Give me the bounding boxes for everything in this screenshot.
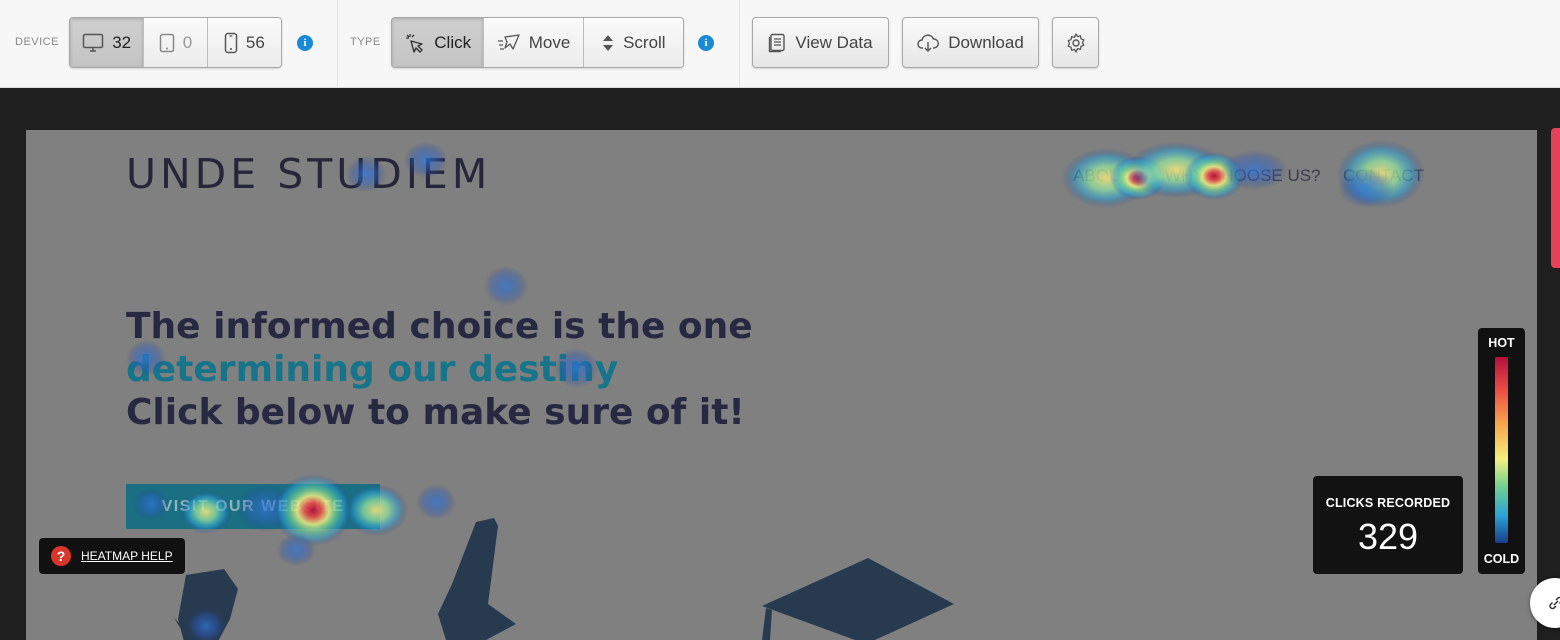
type-selector: Click Move Scroll <box>391 17 684 68</box>
move-icon <box>497 33 520 50</box>
tablet-icon <box>159 33 175 52</box>
toolbar-divider <box>739 0 740 88</box>
settings-button[interactable] <box>1052 17 1099 68</box>
clicks-recorded-panel: CLICKS RECORDED 329 <box>1313 476 1463 574</box>
device-mobile-button[interactable]: 56 <box>207 18 281 67</box>
graduation-illustration <box>174 518 954 640</box>
device-group-label: DEVICE <box>15 36 59 48</box>
type-click-label: Click <box>434 32 472 52</box>
click-icon <box>406 33 423 53</box>
device-tablet-button[interactable]: 0 <box>144 18 208 67</box>
toolbar-divider <box>337 0 338 88</box>
scroll-icon <box>603 34 614 51</box>
type-move-button[interactable]: Move <box>484 18 584 67</box>
type-move-label: Move <box>528 32 571 52</box>
type-click-button[interactable]: Click <box>392 18 485 67</box>
type-scroll-button[interactable]: Scroll <box>583 18 683 67</box>
device-desktop-button[interactable]: 32 <box>70 18 145 67</box>
gear-icon <box>1067 32 1084 53</box>
type-info-icon[interactable]: i <box>698 35 714 51</box>
help-icon: ? <box>51 546 71 566</box>
heatmap-toolbar: DEVICE 32 0 56 i TYPE Click Move Scroll <box>0 0 1560 88</box>
desktop-icon <box>82 33 104 52</box>
heatmap-help-button[interactable]: ? HEATMAP HELP <box>39 538 185 574</box>
clicks-recorded-count: 329 <box>1357 516 1419 557</box>
download-label: Download <box>948 32 1024 52</box>
legend-hot-label: HOT <box>1488 336 1515 350</box>
device-info-icon[interactable]: i <box>297 35 313 51</box>
clicks-recorded-label: CLICKS RECORDED <box>1325 496 1451 510</box>
device-selector: 32 0 56 <box>69 17 282 68</box>
page-preview: UNDE STUDIEM ABOUT WHY CHOOSE US? CONTAC… <box>26 130 1537 640</box>
view-data-label: View Data <box>795 32 873 52</box>
link-icon <box>1549 596 1560 610</box>
legend-gradient-bar <box>1495 357 1508 543</box>
document-icon <box>769 33 786 52</box>
type-scroll-label: Scroll <box>623 32 666 52</box>
view-data-button[interactable]: View Data <box>752 17 889 68</box>
mobile-count: 56 <box>245 32 265 52</box>
desktop-count: 32 <box>112 32 132 52</box>
cloud-download-icon <box>917 33 940 52</box>
heat-legend: HOT COLD <box>1478 328 1525 574</box>
type-group-label: TYPE <box>350 36 381 48</box>
download-button[interactable]: Download <box>902 17 1039 68</box>
heatmap-help-label: HEATMAP HELP <box>81 549 173 563</box>
tablet-count: 0 <box>182 32 193 52</box>
scroll-position-indicator[interactable] <box>1551 128 1560 268</box>
legend-cold-label: COLD <box>1483 552 1520 566</box>
mobile-icon <box>224 32 238 53</box>
